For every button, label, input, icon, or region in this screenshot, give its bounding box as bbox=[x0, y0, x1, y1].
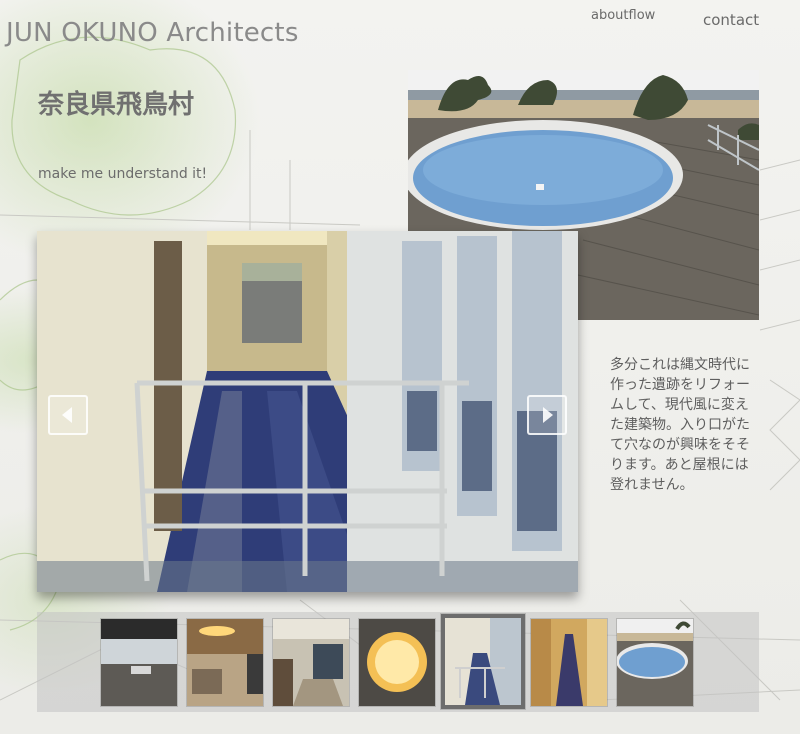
thumbnail-7[interactable] bbox=[616, 618, 694, 707]
thumbnail-5[interactable] bbox=[440, 613, 526, 710]
thumbnail-strip bbox=[37, 612, 759, 712]
thumbnail-2[interactable] bbox=[186, 618, 264, 707]
chevron-right-icon bbox=[543, 407, 553, 423]
slideshow-next-button[interactable] bbox=[527, 395, 567, 435]
slideshow-prev-button[interactable] bbox=[48, 395, 88, 435]
chevron-left-icon bbox=[62, 407, 72, 423]
thumbnail-1[interactable] bbox=[100, 618, 178, 707]
thumbnail-4[interactable] bbox=[358, 618, 436, 707]
nav-aboutflow-link[interactable]: aboutflow bbox=[591, 8, 655, 23]
brand-logo[interactable]: JUN OKUNO Architects bbox=[6, 18, 299, 48]
thumbnail-6[interactable] bbox=[530, 618, 608, 707]
project-title: 奈良県飛鳥村 bbox=[38, 90, 195, 120]
main-photo-corridor bbox=[37, 231, 578, 592]
nav-contact-link[interactable]: contact bbox=[703, 11, 759, 29]
thumbnail-3[interactable] bbox=[272, 618, 350, 707]
project-tagline: make me understand it! bbox=[38, 166, 208, 182]
project-description: 多分これは縄文時代に作った遺跡をリフォームして、現代風に変えた建築物。入り口がた… bbox=[610, 357, 750, 493]
